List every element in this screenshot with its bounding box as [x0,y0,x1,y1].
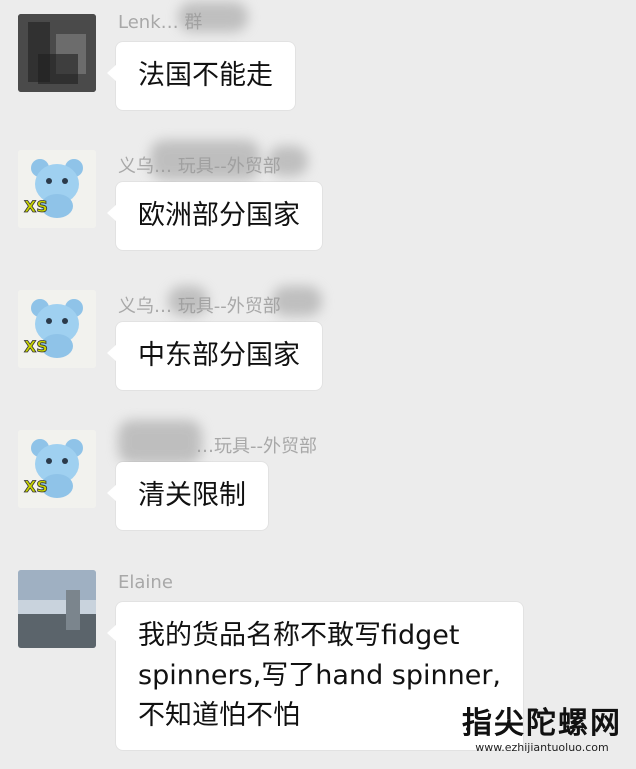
svg-text:XS: XS [24,337,48,356]
redaction-blur [178,2,248,32]
sky-photo-avatar-icon[interactable] [18,570,96,648]
redaction-blur [268,146,308,176]
message-text: 清关限制 [138,480,246,511]
message-text-line: 不知道怕不怕 [138,700,300,731]
blue-mascot-avatar-icon[interactable]: XS [18,290,96,368]
redaction-blur [150,140,260,180]
message-text: 欧洲部分国家 [138,200,300,231]
watermark-url: www.ezhijiantuoluo.com [475,741,609,754]
svg-text:XS: XS [24,197,48,216]
message-bubble[interactable]: 欧洲部分国家 [107,182,322,250]
redaction-blur [272,286,322,316]
message-text-line: spinners,写了hand spinner, [138,660,502,691]
message-text-line: 我的货品名称不敢写fidget [138,620,460,651]
message-bubble[interactable]: 中东部分国家 [107,322,322,390]
sender-name: …玩具--外贸部 [196,436,317,457]
site-watermark: 指尖陀螺网 www.ezhijiantuoluo.com [462,707,622,755]
svg-text:XS: XS [24,477,48,496]
message-bubble[interactable]: 法国不能走 [107,42,295,110]
redaction-blur [118,420,202,464]
message-bubble[interactable]: 清关限制 [107,462,268,530]
chat-message-list: Lenk… 群 法国不能走 XS 义乌… 玩具--外贸部 欧洲部分国家 [0,0,636,769]
sender-name: Elaine [118,572,173,593]
redaction-blur [168,286,208,316]
message-text: 中东部分国家 [138,340,300,371]
blue-mascot-avatar-icon[interactable]: XS [18,430,96,508]
blue-mascot-avatar-icon[interactable]: XS [18,150,96,228]
watermark-title: 指尖陀螺网 [462,706,622,741]
message-text: 法国不能走 [138,60,273,91]
blurred-photo-avatar-icon[interactable] [18,14,96,92]
